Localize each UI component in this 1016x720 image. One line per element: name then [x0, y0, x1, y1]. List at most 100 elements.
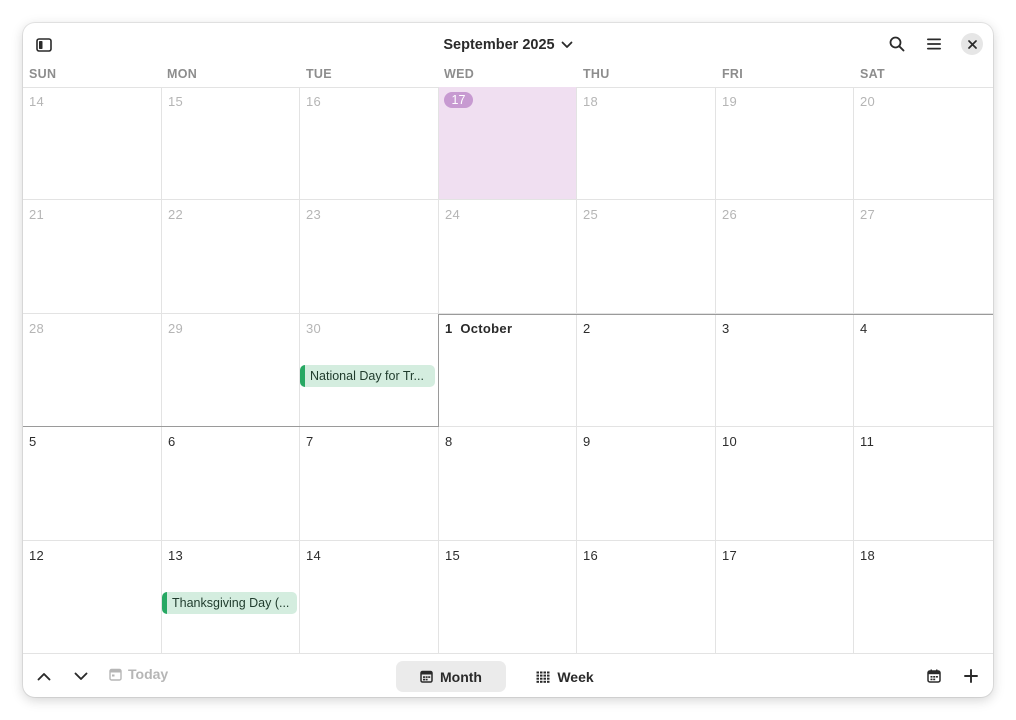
day-number: 1 October [445, 321, 512, 336]
today-button-label: Today [128, 666, 169, 682]
day-cell[interactable]: 11 [854, 427, 993, 541]
day-number: 19 [722, 94, 738, 109]
month-boundary-line [439, 314, 993, 315]
day-number: 18 [860, 548, 876, 563]
day-cell[interactable]: 29 [162, 314, 300, 427]
day-cell[interactable]: 3 [716, 314, 854, 427]
day-cell-month-start[interactable]: 1 October [439, 314, 577, 427]
month-grid: 14 15 16 17 18 19 20 21 22 23 24 25 26 2… [23, 87, 993, 653]
bottom-bar: Today Month Week [23, 653, 993, 697]
day-cell[interactable]: 18 [577, 87, 716, 200]
day-number: 24 [445, 207, 461, 222]
day-cell[interactable]: 17 [716, 541, 854, 653]
day-cell[interactable]: 7 [300, 427, 439, 541]
weekday-label: SUN [29, 67, 57, 81]
month-picker-button[interactable]: September 2025 [443, 37, 573, 53]
day-number: 17 [722, 548, 738, 563]
month-view-button[interactable]: Month [396, 661, 506, 692]
day-cell[interactable]: 16 [300, 87, 439, 200]
day-cell[interactable]: 21 [23, 200, 162, 314]
header-bar: September 2025 [23, 23, 993, 67]
day-cell[interactable]: 23 [300, 200, 439, 314]
previous-button[interactable] [34, 666, 54, 686]
day-number: 2 [583, 321, 591, 336]
day-number: 20 [860, 94, 876, 109]
calendar-icon [927, 669, 941, 683]
day-cell[interactable]: 9 [577, 427, 716, 541]
weekday-label: SAT [860, 67, 885, 81]
chevron-down-icon [74, 672, 88, 680]
day-cell[interactable]: 27 [854, 200, 993, 314]
weekday-label: MON [167, 67, 198, 81]
day-number: 27 [860, 207, 876, 222]
day-number: 3 [722, 321, 730, 336]
day-number: 15 [168, 94, 184, 109]
chevron-down-icon [561, 41, 573, 48]
plus-icon [964, 669, 978, 683]
calendar-today-icon [109, 668, 122, 681]
day-cell[interactable]: 8 [439, 427, 577, 541]
day-number: 23 [306, 207, 322, 222]
day-number: 16 [306, 94, 322, 109]
day-cell[interactable]: 25 [577, 200, 716, 314]
day-number: 4 [860, 321, 868, 336]
search-button[interactable] [882, 29, 912, 59]
day-number: 12 [29, 548, 45, 563]
day-cell[interactable]: 14 [23, 87, 162, 200]
event-thanksgiving[interactable]: Thanksgiving Day (... [162, 592, 297, 614]
today-badge: 17 [444, 92, 473, 108]
main-menu-button[interactable] [919, 29, 949, 59]
day-number: 5 [29, 434, 37, 449]
day-cell[interactable]: 20 [854, 87, 993, 200]
week-view-icon [536, 671, 550, 683]
next-button[interactable] [71, 666, 91, 686]
month-name-label: October [460, 321, 513, 336]
day-cell[interactable]: 14 [300, 541, 439, 653]
day-cell[interactable]: 5 [23, 427, 162, 541]
week-view-label: Week [557, 668, 594, 685]
title-area: September 2025 [23, 34, 993, 56]
day-number: 15 [445, 548, 461, 563]
day-cell[interactable]: 26 [716, 200, 854, 314]
day-cell[interactable]: 2 [577, 314, 716, 427]
day-number: 9 [583, 434, 591, 449]
day-cell[interactable]: 18 [854, 541, 993, 653]
day-cell[interactable]: 15 [162, 87, 300, 200]
day-number: 30 [306, 321, 322, 336]
chevron-up-icon [37, 672, 51, 680]
page-title: September 2025 [443, 37, 555, 53]
day-number: 28 [29, 321, 45, 336]
day-cell[interactable]: 15 [439, 541, 577, 653]
today-button[interactable]: Today [109, 666, 168, 682]
day-cell[interactable]: 22 [162, 200, 300, 314]
calendar-management-button[interactable] [924, 666, 944, 686]
day-cell[interactable]: 28 [23, 314, 162, 427]
day-number: 6 [168, 434, 176, 449]
calendar-window: September 2025 SUN MON TUE WED THU FRI S… [23, 23, 993, 697]
day-number: 18 [583, 94, 599, 109]
day-cell-today[interactable]: 17 [439, 87, 577, 200]
month-boundary-line [438, 314, 439, 427]
day-cell[interactable]: 10 [716, 427, 854, 541]
day-number: 7 [306, 434, 314, 449]
day-cell[interactable]: 19 [716, 87, 854, 200]
day-cell[interactable]: 4 [854, 314, 993, 427]
day-cell[interactable]: 6 [162, 427, 300, 541]
event-national-day[interactable]: National Day for Tr... [300, 365, 435, 387]
add-event-button[interactable] [961, 666, 981, 686]
day-cell[interactable]: 24 [439, 200, 577, 314]
week-view-button[interactable]: Week [525, 661, 605, 692]
day-cell[interactable]: 12 [23, 541, 162, 653]
day-number: 14 [29, 94, 45, 109]
hamburger-menu-icon [927, 38, 941, 50]
day-number: 11 [860, 434, 875, 449]
close-button[interactable] [961, 33, 983, 55]
day-number: 21 [29, 207, 45, 222]
weekday-header-row: SUN MON TUE WED THU FRI SAT [23, 67, 993, 88]
day-number: 16 [583, 548, 599, 563]
day-cell[interactable]: 16 [577, 541, 716, 653]
month-view-label: Month [440, 668, 482, 685]
day-number: 25 [583, 207, 599, 222]
day-number-value: 1 [445, 321, 453, 336]
month-boundary-line [23, 426, 439, 427]
